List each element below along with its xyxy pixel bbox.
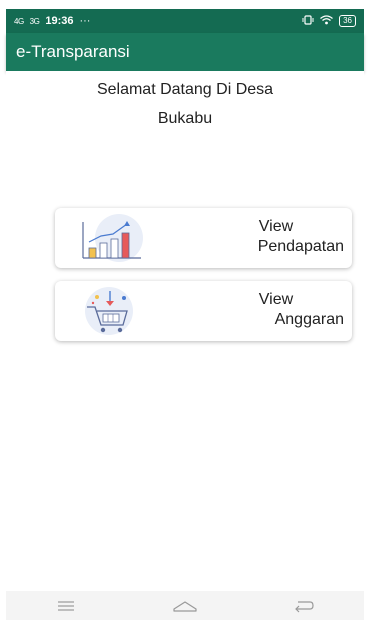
view-pendapatan-label: View Pendapatan <box>257 218 344 255</box>
welcome-line-2: Bukabu <box>157 110 213 127</box>
home-icon[interactable] <box>165 594 205 618</box>
status-bar: 4G 3G 19:36 ··· 36 <box>6 9 364 33</box>
app-bar: e-Transparansi <box>6 33 364 71</box>
wifi-icon <box>320 14 334 28</box>
network-signal-3g: 3G <box>29 16 40 26</box>
main-content: Selamat Datang Di Desa Bukabu View Penda… <box>6 71 364 591</box>
bar-chart-growth-icon <box>75 212 145 264</box>
back-icon[interactable] <box>284 594 324 618</box>
status-time: 19:36 <box>45 15 74 27</box>
welcome-message: Selamat Datang Di Desa Bukabu <box>6 75 364 133</box>
shopping-cart-icon <box>75 285 145 337</box>
view-anggaran-button[interactable]: View Anggaran <box>55 281 352 341</box>
menu-icon[interactable] <box>46 594 86 618</box>
network-signal-4g: 4G <box>14 16 24 26</box>
view-pendapatan-button[interactable]: View Pendapatan <box>55 208 352 268</box>
welcome-line-1: Selamat Datang Di Desa <box>96 81 274 98</box>
battery-icon: 36 <box>339 15 356 27</box>
app-title: e-Transparansi <box>16 42 130 61</box>
navigation-bar <box>6 591 364 620</box>
status-more: ··· <box>79 15 91 27</box>
view-anggaran-label: View Anggaran <box>258 291 344 328</box>
vibrate-icon <box>302 14 314 28</box>
